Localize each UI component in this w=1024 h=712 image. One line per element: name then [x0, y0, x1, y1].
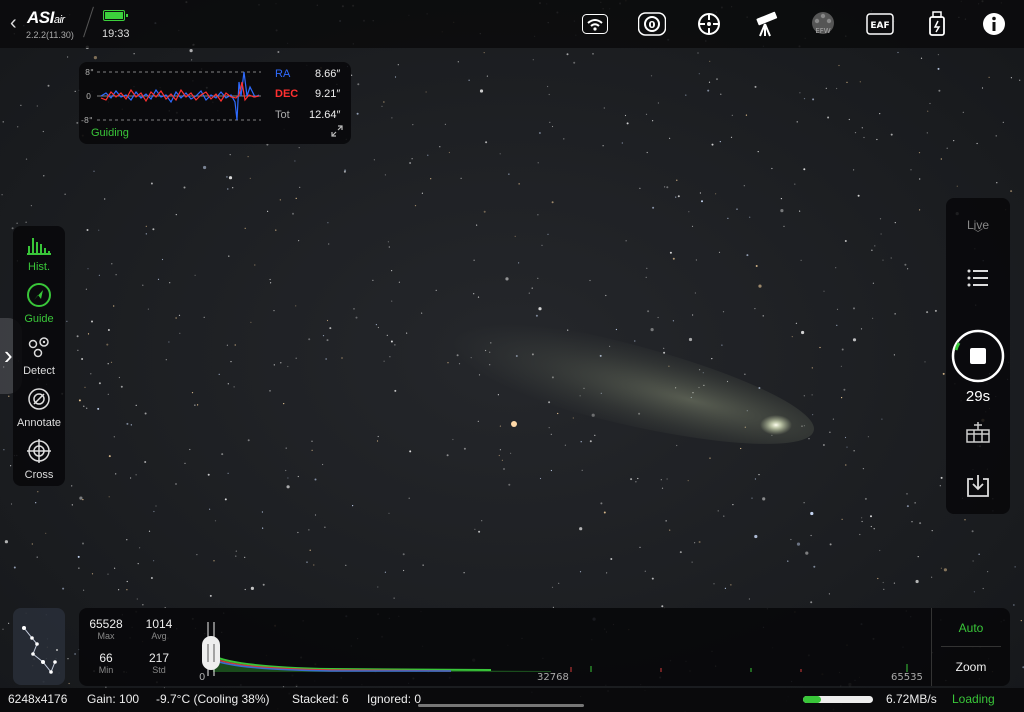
ignored-count: Ignored: 0: [367, 692, 422, 706]
info-icon[interactable]: [979, 9, 1009, 39]
telescope-icon[interactable]: [751, 9, 781, 39]
divider: [931, 608, 932, 686]
top-bar: ‹ ASIair 2.2.2(11.30) 19:33 0 EFW EAF: [0, 0, 1024, 48]
live-mode-toggle[interactable]: Live ﹀: [946, 218, 1010, 240]
axis-mid: 32768: [537, 672, 569, 682]
wifi-icon[interactable]: [580, 9, 610, 39]
efw-icon[interactable]: EFW: [808, 9, 838, 39]
ra-value: 8.66″: [315, 68, 341, 80]
temperature: -9.7°C (Cooling 38%): [156, 692, 270, 706]
tool-guide[interactable]: Guide: [13, 282, 65, 325]
download-progress-fill: [803, 696, 821, 703]
tool-detect[interactable]: Detect: [13, 334, 65, 377]
histogram-chart[interactable]: 0 32768 65535: [191, 614, 931, 682]
crosshair-icon: [27, 439, 51, 463]
hist-avg: 1014 Avg: [145, 617, 173, 641]
left-tool-panel: Hist. Guide Detect Annotate Cross: [13, 226, 65, 486]
filter-wheel-icon[interactable]: 0: [637, 9, 667, 39]
auto-stretch-button[interactable]: Auto: [932, 621, 1010, 635]
app-version: 2.2.2(11.30): [26, 30, 74, 40]
histogram-panel: 65528 Max 1014 Avg 66 Min 217 Std 0 32768 65…: [79, 608, 1010, 686]
chevron-down-icon: ﹀: [973, 229, 983, 240]
eaf-icon[interactable]: EAF: [865, 9, 895, 39]
svg-text:EAF: EAF: [870, 21, 889, 31]
tool-annotate[interactable]: Annotate: [13, 386, 65, 429]
home-indicator: [418, 704, 584, 707]
axis-end: 65535: [891, 672, 923, 682]
stacked-count: Stacked: 6: [292, 692, 349, 706]
constellation-icon: [22, 626, 58, 674]
detect-icon: [28, 337, 49, 358]
gain: Gain: 100: [87, 692, 140, 706]
tot-label: Tot: [275, 109, 290, 121]
tot-value: 12.64″: [309, 109, 341, 121]
loading-status: Loading: [952, 692, 995, 706]
axis-start: 0: [199, 672, 205, 682]
zoom-button[interactable]: Zoom: [932, 660, 1010, 674]
ra-label: RA: [275, 68, 291, 80]
app-logo: ASIair: [27, 8, 65, 27]
right-control-panel: Live ﹀ 29s: [946, 198, 1010, 514]
stack-icon[interactable]: [965, 420, 991, 444]
guiding-status: Guiding: [91, 127, 129, 139]
tool-cross[interactable]: Cross: [13, 438, 65, 481]
hist-min: 66 Min: [98, 651, 114, 675]
annotate-icon: [28, 388, 50, 410]
svg-text:0: 0: [649, 20, 656, 31]
dec-value: 9.21″: [315, 88, 341, 100]
hist-max: 65528 Max: [89, 617, 123, 641]
svg-text:EFW: EFW: [815, 27, 830, 35]
expand-icon[interactable]: [331, 125, 343, 137]
guide-icon: [27, 283, 51, 307]
usb-drive-icon[interactable]: [922, 9, 952, 39]
svg-text:8": 8": [85, 68, 94, 77]
capture-stop-button[interactable]: [951, 329, 1005, 383]
svg-text:-8": -8": [81, 116, 93, 125]
chevron-right-icon: ›: [4, 340, 13, 370]
list-icon[interactable]: [965, 266, 991, 292]
svg-text:0: 0: [86, 92, 91, 101]
divider: [941, 646, 1001, 647]
divider: [83, 6, 94, 38]
comet-head: [760, 415, 792, 435]
status-bar: 6248x4176 Gain: 100 -9.7°C (Cooling 38%)…: [0, 688, 1024, 712]
download-progress-bar: [803, 696, 873, 703]
battery-icon: [103, 10, 128, 21]
dec-trace: [100, 81, 260, 103]
back-chevron-icon[interactable]: ‹: [10, 12, 17, 35]
guide-target-icon[interactable]: [694, 9, 724, 39]
resolution: 6248x4176: [8, 692, 68, 706]
exposure-countdown: 29s: [965, 388, 991, 405]
guiding-graph-panel[interactable]: 8" 0 -8" RA 8.66″ DEC 9.21″ Tot 12.64″ G…: [79, 62, 351, 144]
download-icon[interactable]: [965, 473, 991, 499]
bright-star: [511, 421, 517, 427]
clock: 19:33: [102, 28, 130, 40]
tool-histogram[interactable]: Hist.: [13, 232, 65, 273]
histogram-icon: [27, 238, 51, 255]
star-map-thumbnail[interactable]: [13, 608, 65, 685]
hist-std: 217 Std: [148, 651, 170, 675]
transfer-speed: 6.72MB/s: [886, 692, 937, 706]
dec-label: DEC: [275, 88, 299, 100]
